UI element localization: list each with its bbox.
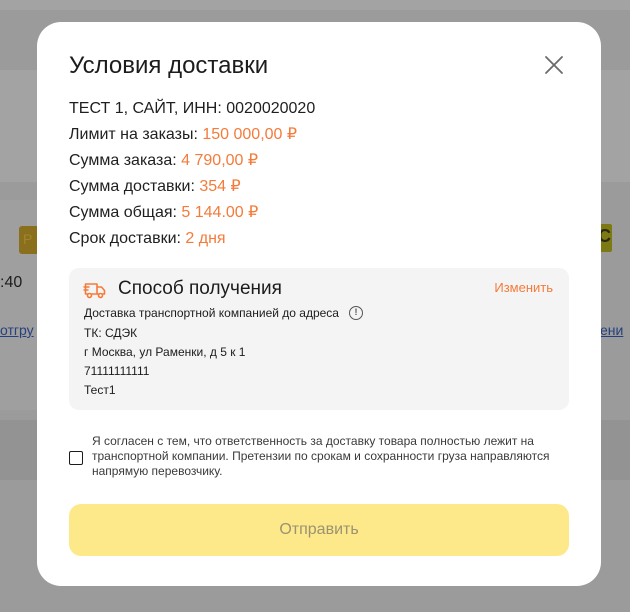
close-icon bbox=[545, 56, 563, 74]
info-row-client: ТЕСТ 1, САЙТ, ИНН: 0020020020 bbox=[69, 96, 315, 122]
delivery-method-card: Способ получения Изменить Доставка транс… bbox=[69, 268, 569, 410]
info-circle-icon[interactable]: ! bbox=[348, 306, 363, 320]
delivery-method-label: Доставка транспортной компанией до адрес… bbox=[84, 306, 339, 320]
info-value: 2 дня bbox=[185, 230, 226, 247]
carrier-text: ТК: СДЭК bbox=[84, 326, 138, 340]
info-label: Срок доставки: bbox=[69, 230, 186, 247]
info-label: Сумма общая: bbox=[69, 204, 182, 221]
close-button[interactable] bbox=[542, 53, 566, 77]
info-row-delivery-time: Срок доставки: 2 дня bbox=[69, 226, 315, 252]
info-label: Сумма доставки: bbox=[69, 178, 200, 195]
info-value: 4 790,00 ₽ bbox=[181, 152, 259, 169]
info-value: 150 000,00 ₽ bbox=[202, 126, 298, 143]
modal-title: Условия доставки bbox=[69, 52, 269, 79]
consent-text: Я согласен с тем, что ответственность за… bbox=[92, 434, 550, 478]
info-label: ТЕСТ 1, САЙТ, ИНН: 0020020020 bbox=[69, 100, 316, 117]
delivery-method: Доставка транспортной компанией до адрес… bbox=[84, 306, 363, 320]
bg-time-text: :40 bbox=[0, 274, 23, 291]
delivery-terms-modal: Условия доставки ТЕСТ 1, САЙТ, ИНН: 0020… bbox=[37, 22, 601, 586]
submit-button[interactable]: Отправить bbox=[69, 504, 569, 556]
bg-header-band bbox=[0, 0, 630, 10]
info-value: 354 ₽ bbox=[199, 178, 241, 195]
bg-link: отгру bbox=[0, 322, 34, 338]
phone-text: 71111111111 bbox=[84, 364, 150, 378]
info-row-total: Сумма общая: 5 144.00 ₽ bbox=[69, 200, 315, 226]
order-info: ТЕСТ 1, САЙТ, ИНН: 0020020020 Лимит на з… bbox=[69, 96, 315, 252]
change-delivery-link[interactable]: Изменить bbox=[494, 280, 553, 295]
delivery-card-title: Способ получения bbox=[118, 278, 282, 299]
info-row-order-sum: Сумма заказа: 4 790,00 ₽ bbox=[69, 148, 315, 174]
info-value: 5 144.00 ₽ bbox=[181, 204, 259, 221]
consent-checkbox[interactable] bbox=[69, 451, 83, 465]
address-text: г Москва, ул Раменки, д 5 к 1 bbox=[84, 345, 246, 359]
info-label: Лимит на заказы: bbox=[69, 126, 203, 143]
info-label: Сумма заказа: bbox=[69, 152, 182, 169]
truck-icon bbox=[83, 278, 107, 302]
info-row-limit: Лимит на заказы: 150 000,00 ₽ bbox=[69, 122, 315, 148]
bg-link-right: ени bbox=[600, 322, 624, 338]
recipient-text: Тест1 bbox=[84, 383, 116, 397]
info-row-delivery-sum: Сумма доставки: 354 ₽ bbox=[69, 174, 315, 200]
